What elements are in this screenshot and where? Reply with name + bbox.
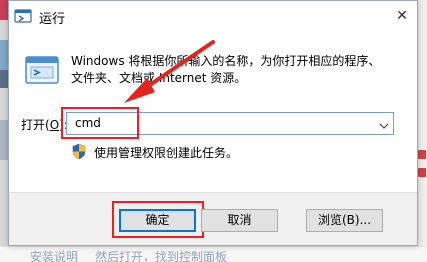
background-bottom-strip: 安装说明 然后打开，找到控制面板 bbox=[0, 246, 427, 262]
dialog-title: 运行 bbox=[39, 12, 66, 27]
description-line-1: Windows 将根据你所输入的名称，为你打开相应的程序、 bbox=[71, 54, 381, 68]
background-text-right: 然后打开，找到控制面板 bbox=[95, 250, 228, 262]
uac-shield-icon bbox=[71, 143, 87, 160]
ok-button[interactable]: 确定 bbox=[119, 209, 196, 232]
dialog-content: Windows 将根据你所输入的名称，为你打开相应的程序、 文件夹、文档或 In… bbox=[9, 32, 417, 192]
close-icon: ✕ bbox=[396, 8, 408, 24]
open-label-prefix: 打开( bbox=[21, 118, 50, 132]
run-app-icon bbox=[23, 54, 61, 88]
cancel-button[interactable]: 取消 bbox=[201, 209, 278, 232]
background-right-edge bbox=[417, 0, 427, 262]
title-bar[interactable]: 运行 ✕ bbox=[9, 1, 417, 32]
run-dialog: 运行 ✕ Windows 将根据你所输入的名称，为你打开相应的程序、 文件夹、文… bbox=[8, 0, 418, 246]
admin-privilege-text: 使用管理权限创建此任务。 bbox=[94, 146, 239, 160]
dialog-description: Windows 将根据你所输入的名称，为你打开相应的程序、 文件夹、文档或 In… bbox=[71, 53, 401, 87]
chevron-down-icon[interactable] bbox=[378, 117, 390, 129]
background-text-left: 安装说明 bbox=[30, 250, 79, 262]
close-button[interactable]: ✕ bbox=[387, 1, 417, 32]
annotation-highlight-input bbox=[61, 107, 139, 139]
run-icon bbox=[14, 8, 32, 24]
description-line-2: 文件夹、文档或 Internet 资源。 bbox=[71, 71, 247, 85]
dialog-footer: 确定 取消 浏览(B)... bbox=[9, 192, 417, 245]
open-label-accesskey: O bbox=[49, 118, 60, 132]
background-left-edge bbox=[0, 0, 8, 262]
browse-button[interactable]: 浏览(B)... bbox=[306, 209, 383, 232]
